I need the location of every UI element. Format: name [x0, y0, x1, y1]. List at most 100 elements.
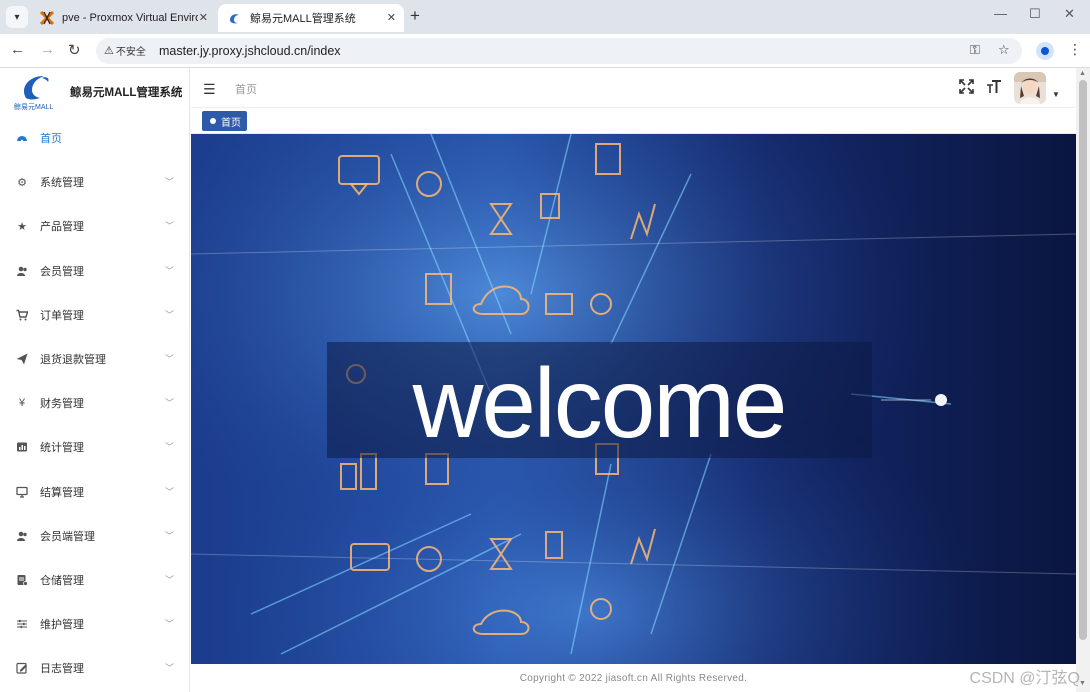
security-chip[interactable]: ⚠ 不安全: [104, 43, 146, 58]
browser-tab-mall[interactable]: 鲸易元MALL管理系统 ✕: [218, 4, 404, 32]
sidebar-item-finance[interactable]: ¥ 财务管理 ﹀: [0, 381, 189, 425]
sidebar-item-member-client[interactable]: 会员端管理 ﹀: [0, 514, 189, 558]
sidebar-item-label: 统计管理: [40, 442, 84, 455]
banner-image: welcome: [191, 134, 1076, 664]
active-dot-icon: [210, 118, 216, 124]
system-title: 鲸易元MALL管理系统: [70, 87, 183, 99]
tab-search-button[interactable]: ▾: [6, 6, 28, 28]
whale-icon: [228, 11, 242, 25]
bookmark-star-icon[interactable]: ☆: [998, 42, 1010, 58]
chevron-down-icon: ﹀: [164, 574, 174, 585]
forward-icon[interactable]: →: [40, 41, 55, 58]
users-icon: [16, 265, 28, 277]
user-group-icon: [16, 530, 28, 542]
chevron-down-icon: ﹀: [164, 353, 174, 364]
yen-icon: ¥: [18, 397, 26, 410]
sidebar-item-label: 维护管理: [40, 619, 84, 632]
chevron-down-icon: ﹀: [164, 442, 174, 453]
sidebar-item-settlement[interactable]: 结算管理 ﹀: [0, 470, 189, 514]
whale-logo-icon: [24, 76, 49, 100]
warehouse-icon: [16, 574, 28, 586]
chevron-down-icon: ﹀: [164, 530, 174, 541]
chart-icon: [16, 441, 28, 453]
logo-subtitle: 鲸易元MALL: [14, 104, 54, 111]
sidebar-item-label: 产品管理: [40, 221, 84, 234]
gear-icon: ⚙: [17, 176, 27, 189]
warning-icon: ⚠: [104, 45, 114, 57]
minimize-icon[interactable]: —: [994, 6, 1007, 21]
reload-icon[interactable]: ↻: [68, 41, 81, 59]
avatar[interactable]: [1014, 72, 1046, 104]
close-icon[interactable]: ✕: [387, 11, 396, 24]
sidebar-item-home[interactable]: 首页: [0, 116, 189, 160]
app-root: 鲸易元MALL 鲸易元MALL管理系统 首页 ⚙ 系统管理 ﹀ ★ 产品管理 ﹀: [0, 68, 1090, 692]
sidebar-item-label: 财务管理: [40, 398, 84, 411]
menu-kebab-icon[interactable]: ⋮: [1068, 41, 1082, 58]
sidebar-item-label: 会员管理: [40, 265, 84, 278]
sidebar-item-label: 结算管理: [40, 486, 84, 499]
sidebar-item-label: 日志管理: [40, 663, 84, 676]
tab-title: 鲸易元MALL管理系统: [250, 13, 356, 25]
browser-tab-proxmox[interactable]: pve - Proxmox Virtual Environment ✕: [30, 4, 216, 32]
sidebar-item-statistics[interactable]: 统计管理 ﹀: [0, 425, 189, 469]
chevron-down-icon: ﹀: [164, 619, 174, 630]
footer-copyright: Copyright © 2022 jiasoft.cn All Rights R…: [519, 672, 748, 684]
star-icon: ★: [17, 220, 27, 233]
tag-home[interactable]: 首页: [202, 111, 247, 131]
sidebar-item-label: 会员端管理: [40, 530, 95, 543]
chevron-down-icon: ﹀: [164, 398, 174, 409]
dashboard-icon: [16, 132, 28, 144]
monitor-icon: [16, 486, 28, 498]
edit-icon: [16, 662, 28, 674]
sidebar-item-label: 退货退款管理: [40, 354, 106, 367]
new-tab-icon[interactable]: +: [410, 6, 420, 26]
scroll-up-icon[interactable]: ▲: [1079, 70, 1086, 77]
chevron-down-icon: ﹀: [164, 177, 174, 188]
sidebar-item-label: 首页: [40, 133, 62, 146]
sidebar-item-maintenance[interactable]: 维护管理 ﹀: [0, 602, 189, 646]
scroll-thumb[interactable]: [1079, 80, 1087, 640]
security-label: 不安全: [115, 47, 146, 58]
sidebar-item-refund[interactable]: 退货退款管理 ﹀: [0, 337, 189, 381]
tags-view: 首页: [191, 108, 1076, 134]
breadcrumb[interactable]: 首页: [235, 81, 257, 97]
welcome-banner: welcome: [191, 134, 1076, 664]
send-icon: [16, 353, 28, 365]
menu-fold-icon[interactable]: ☰: [203, 81, 216, 98]
font-size-icon[interactable]: [986, 79, 1002, 98]
proxmox-icon: [40, 11, 54, 25]
sidebar-item-label: 系统管理: [40, 177, 84, 190]
back-icon[interactable]: ←: [10, 41, 25, 58]
browser-tab-strip: ▾ pve - Proxmox Virtual Environment ✕ 鲸易…: [0, 0, 1090, 34]
close-window-icon[interactable]: ✕: [1064, 6, 1075, 22]
sidebar-item-warehouse[interactable]: 仓储管理 ﹀: [0, 558, 189, 602]
sidebar-item-product[interactable]: ★ 产品管理 ﹀: [0, 204, 189, 248]
fullscreen-icon[interactable]: [959, 79, 974, 98]
caret-down-icon[interactable]: ▼: [1052, 90, 1060, 99]
sidebar-item-label: 仓储管理: [40, 574, 84, 587]
sidebar-item-log[interactable]: 日志管理 ﹀: [0, 646, 189, 690]
close-icon[interactable]: ✕: [199, 11, 208, 24]
chevron-down-icon: ﹀: [164, 309, 174, 320]
maximize-icon[interactable]: ☐: [1029, 6, 1041, 22]
scroll-down-icon[interactable]: ▼: [1079, 680, 1086, 687]
cart-icon: [16, 309, 28, 321]
tag-label: 首页: [221, 117, 241, 129]
page-scrollbar[interactable]: ▲ ▼: [1076, 68, 1090, 692]
url-text[interactable]: master.jy.proxy.jshcloud.cn/index: [159, 44, 341, 58]
sidebar-item-member[interactable]: 会员管理 ﹀: [0, 249, 189, 293]
chevron-down-icon: ﹀: [164, 486, 174, 497]
sidebar-item-system[interactable]: ⚙ 系统管理 ﹀: [0, 160, 189, 204]
sidebar-item-order[interactable]: 订单管理 ﹀: [0, 293, 189, 337]
welcome-text: welcome: [412, 348, 786, 458]
chevron-down-icon: ﹀: [164, 663, 174, 674]
key-icon[interactable]: ⚿: [970, 42, 980, 58]
profile-icon[interactable]: [1036, 42, 1054, 60]
address-bar[interactable]: ⚠ 不安全 master.jy.proxy.jshcloud.cn/index …: [96, 38, 1022, 64]
csdn-watermark: CSDN @汀弦Q: [969, 670, 1080, 687]
sliders-icon: [16, 618, 28, 630]
chevron-down-icon: ▾: [14, 11, 20, 23]
sidebar-menu: 首页 ⚙ 系统管理 ﹀ ★ 产品管理 ﹀ 会员管理 ﹀ 订单管理 ﹀ 退货退款管…: [0, 116, 189, 690]
chevron-down-icon: ﹀: [164, 265, 174, 276]
sidebar-item-label: 订单管理: [40, 309, 84, 322]
